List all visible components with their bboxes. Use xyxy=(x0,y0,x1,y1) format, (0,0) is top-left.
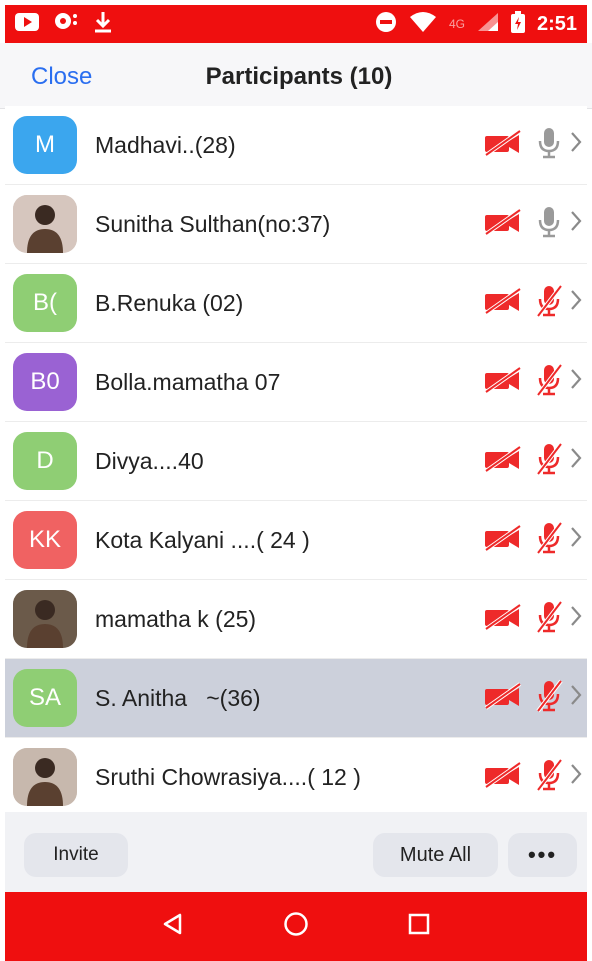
avatar xyxy=(13,195,77,253)
video-off-icon xyxy=(483,681,523,715)
do-not-disturb-icon xyxy=(375,11,397,38)
chevron-right-icon[interactable] xyxy=(569,525,585,556)
chevron-right-icon[interactable] xyxy=(569,209,585,240)
wifi-icon xyxy=(409,11,437,38)
recents-icon[interactable] xyxy=(407,912,431,941)
participant-row[interactable]: B0 Bolla.mamatha 07 xyxy=(5,343,587,422)
participant-name: Bolla.mamatha 07 xyxy=(95,368,281,395)
chevron-right-icon[interactable] xyxy=(569,446,585,477)
participant-row[interactable]: mamatha k (25) xyxy=(5,580,587,659)
video-off-icon xyxy=(483,286,523,320)
video-off-icon xyxy=(483,365,523,399)
youtube-icon xyxy=(15,12,39,36)
participant-name: S. Anitha ~(36) xyxy=(95,684,261,711)
mic-muted-icon xyxy=(535,758,563,797)
mic-muted-icon xyxy=(535,521,563,560)
avatar: KK xyxy=(13,511,77,569)
mic-muted-icon xyxy=(535,442,563,481)
chevron-right-icon[interactable] xyxy=(569,130,585,161)
chevron-right-icon[interactable] xyxy=(569,683,585,714)
status-bar: 4G 2:51 xyxy=(5,5,587,43)
participant-name: Kota Kalyani ....( 24 ) xyxy=(95,526,310,553)
android-nav-bar xyxy=(5,892,587,961)
mic-icon xyxy=(535,126,563,165)
avatar xyxy=(13,590,77,648)
chevron-right-icon[interactable] xyxy=(569,367,585,398)
more-options-button[interactable]: ••• xyxy=(508,833,577,877)
participant-row[interactable]: B( B.Renuka (02) xyxy=(5,264,587,343)
avatar: M xyxy=(13,116,77,174)
avatar: D xyxy=(13,432,77,490)
chevron-right-icon[interactable] xyxy=(569,604,585,635)
mute-all-button[interactable]: Mute All xyxy=(373,833,498,877)
signal-icon xyxy=(477,12,499,37)
video-off-icon xyxy=(483,207,523,241)
invite-button[interactable]: Invite xyxy=(24,833,128,877)
participant-status-icons xyxy=(483,185,585,263)
mic-icon xyxy=(535,205,563,244)
participant-status-icons xyxy=(483,738,585,812)
participant-row[interactable]: KK Kota Kalyani ....( 24 ) xyxy=(5,501,587,580)
mic-muted-icon xyxy=(535,363,563,402)
mic-muted-icon xyxy=(535,679,563,718)
mic-muted-icon xyxy=(535,284,563,323)
participant-status-icons xyxy=(483,264,585,342)
home-icon[interactable] xyxy=(283,911,309,942)
participant-list[interactable]: M Madhavi..(28) Sunitha Sulthan(no:37) B( B.… xyxy=(5,106,587,812)
page-title: Participants (10) xyxy=(205,63,393,90)
chevron-right-icon[interactable] xyxy=(569,762,585,793)
participant-row[interactable]: Sruthi Chowrasiya....( 12 ) xyxy=(5,738,587,812)
video-off-icon xyxy=(483,760,523,794)
participant-status-icons xyxy=(483,106,585,184)
participant-row[interactable]: Sunitha Sulthan(no:37) xyxy=(5,185,587,264)
participant-status-icons xyxy=(483,343,585,421)
participant-status-icons xyxy=(483,501,585,579)
avatar xyxy=(13,748,77,806)
participant-name: mamatha k (25) xyxy=(95,605,257,632)
chevron-right-icon[interactable] xyxy=(569,288,585,319)
participant-name: B.Renuka (02) xyxy=(95,289,244,316)
participant-name: Divya....40 xyxy=(95,447,204,474)
footer-toolbar: Invite Mute All ••• xyxy=(5,812,587,892)
participant-row[interactable]: D Divya....40 xyxy=(5,422,587,501)
participant-status-icons xyxy=(483,580,585,658)
avatar: B0 xyxy=(13,353,77,411)
video-off-icon xyxy=(483,602,523,636)
chat-icon xyxy=(53,12,79,37)
participant-row[interactable]: SA S. Anitha ~(36) xyxy=(5,659,587,738)
mic-muted-icon xyxy=(535,600,563,639)
participant-name: Madhavi..(28) xyxy=(95,131,236,158)
battery-icon xyxy=(510,10,525,38)
download-icon xyxy=(93,11,113,38)
video-off-icon xyxy=(483,128,523,162)
participant-status-icons xyxy=(483,422,585,500)
avatar: SA xyxy=(13,669,77,727)
avatar: B( xyxy=(13,274,77,332)
participant-row[interactable]: M Madhavi..(28) xyxy=(5,106,587,185)
header: Close Participants (10) xyxy=(0,43,592,109)
participant-name: Sruthi Chowrasiya....( 12 ) xyxy=(95,763,361,790)
video-off-icon xyxy=(483,444,523,478)
video-off-icon xyxy=(483,523,523,557)
clock: 2:51 xyxy=(536,12,577,35)
network-type: 4G xyxy=(448,17,465,31)
participant-name: Sunitha Sulthan(no:37) xyxy=(95,210,331,237)
back-icon[interactable] xyxy=(161,912,185,941)
participant-status-icons xyxy=(483,659,585,737)
